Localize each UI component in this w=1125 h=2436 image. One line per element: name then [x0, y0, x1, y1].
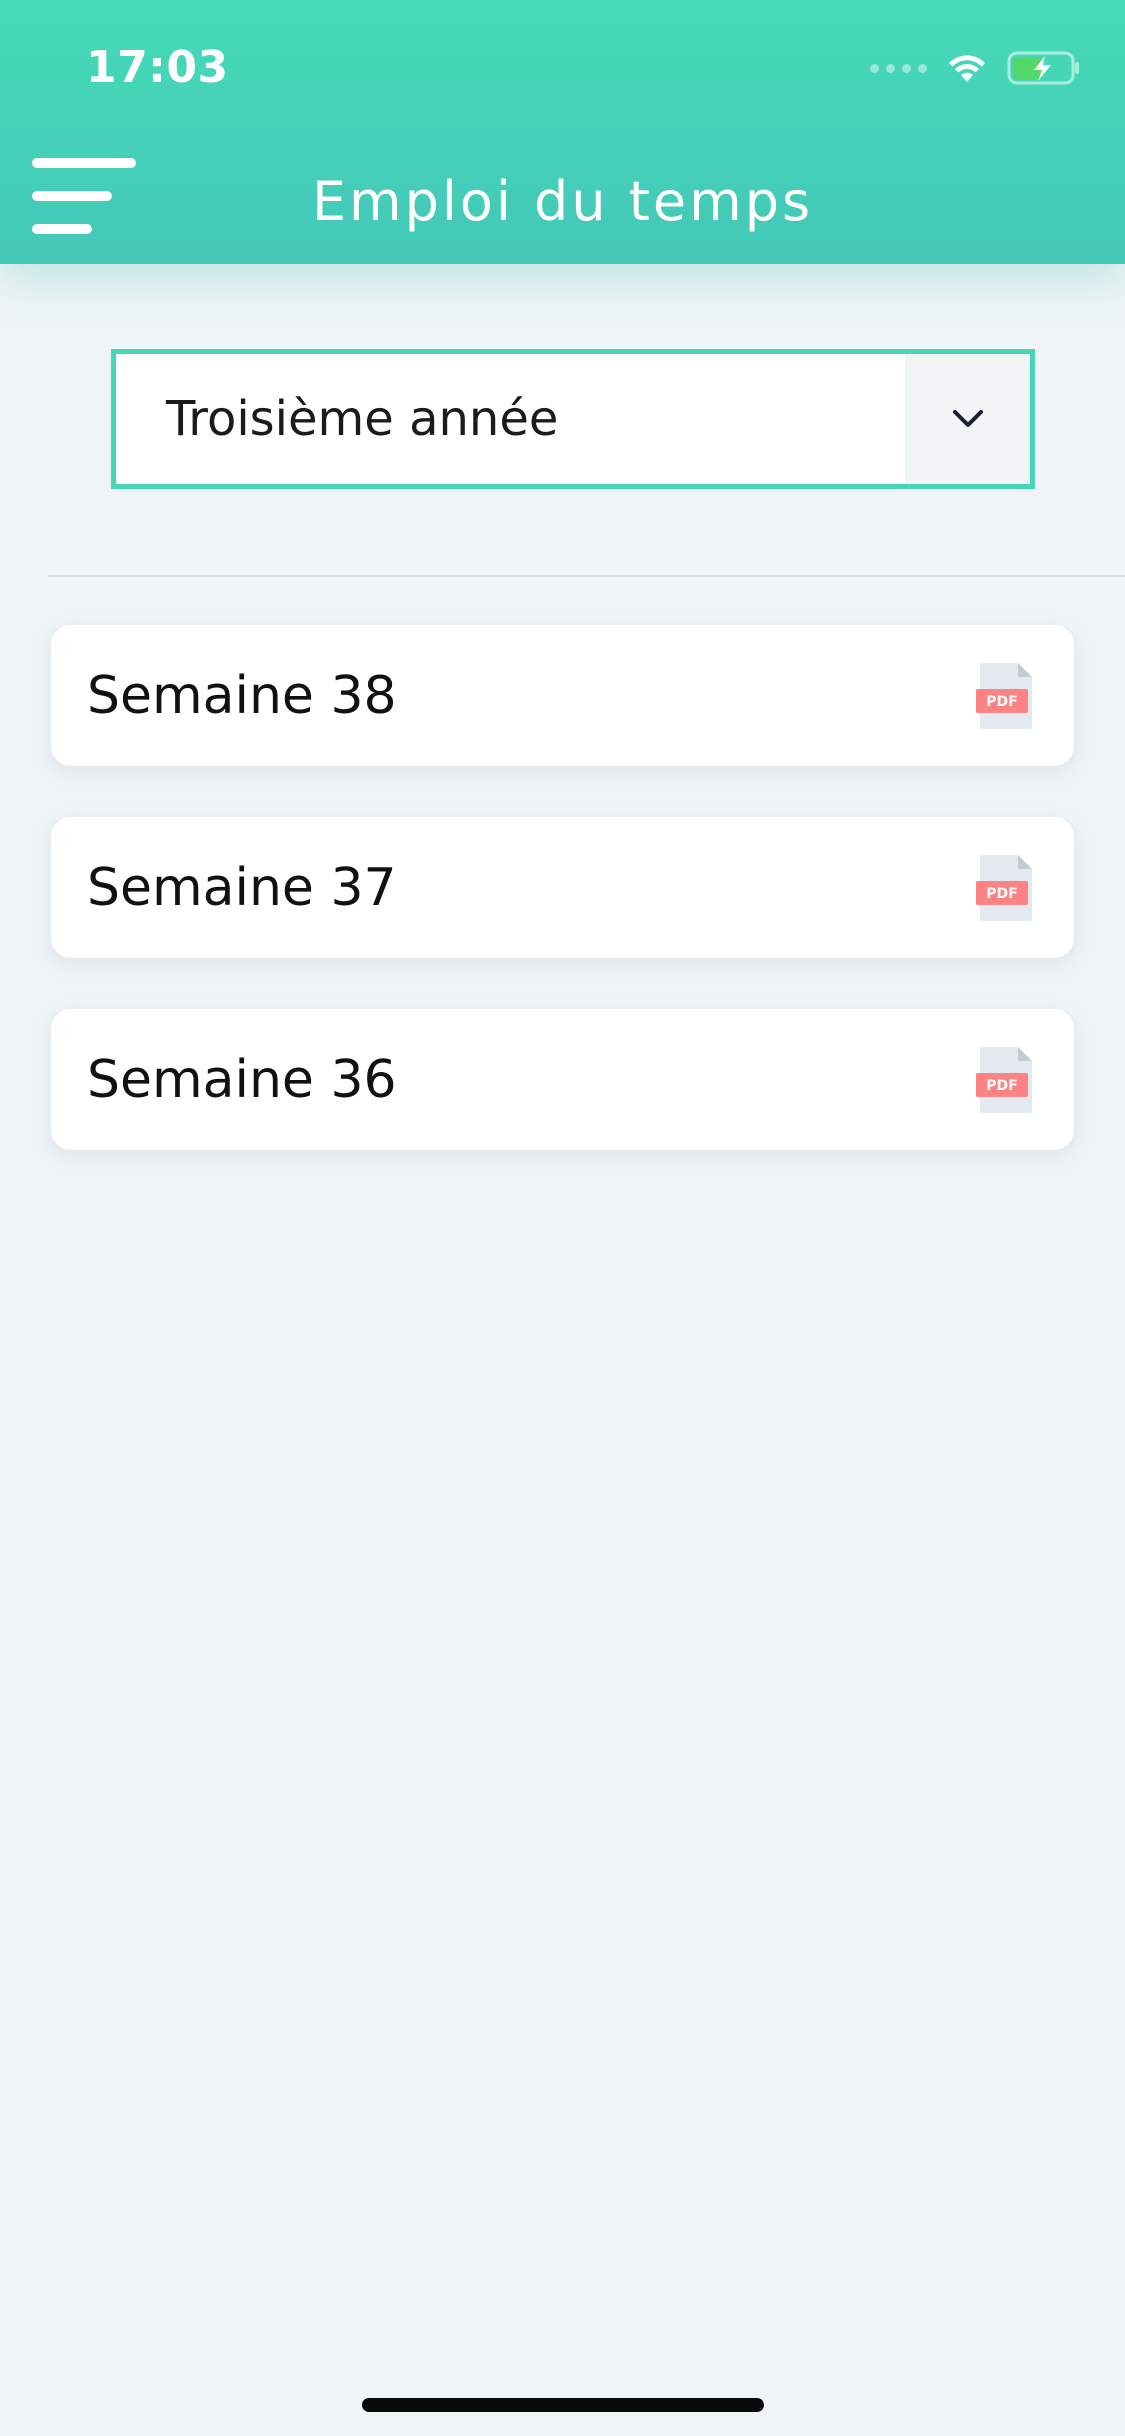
pdf-label: PDF	[986, 886, 1017, 902]
year-select-arrow[interactable]	[905, 354, 1030, 484]
wifi-icon	[949, 55, 985, 82]
week-list: Semaine 38 PDF Semaine 37 PDF Semaine 36…	[51, 625, 1074, 1201]
pdf-label: PDF	[986, 694, 1017, 710]
week-label: Semaine 36	[87, 1049, 397, 1110]
battery-charging-icon	[1007, 51, 1079, 85]
week-label: Semaine 38	[87, 665, 397, 726]
home-indicator[interactable]	[362, 2398, 764, 2412]
signal-dots-icon	[870, 63, 927, 73]
year-select-value: Troisième année	[166, 391, 559, 447]
week-item-37[interactable]: Semaine 37 PDF	[51, 817, 1074, 958]
status-time: 17:03	[86, 42, 229, 93]
pdf-file-icon[interactable]: PDF	[976, 661, 1036, 731]
divider	[48, 575, 1125, 577]
page-title: Emploi du temps	[311, 170, 814, 233]
week-label: Semaine 37	[87, 857, 397, 918]
app-header: 17:03 Emploi du temps	[0, 0, 1125, 264]
week-item-38[interactable]: Semaine 38 PDF	[51, 625, 1074, 766]
pdf-file-icon[interactable]: PDF	[976, 1045, 1036, 1115]
status-icons	[870, 48, 1081, 88]
pdf-file-icon[interactable]: PDF	[976, 853, 1036, 923]
hamburger-menu-icon	[32, 158, 136, 168]
year-select[interactable]: Troisième année	[111, 349, 1035, 489]
week-item-36[interactable]: Semaine 36 PDF	[51, 1009, 1074, 1150]
chevron-down-icon	[952, 410, 983, 427]
pdf-label: PDF	[986, 1078, 1017, 1094]
